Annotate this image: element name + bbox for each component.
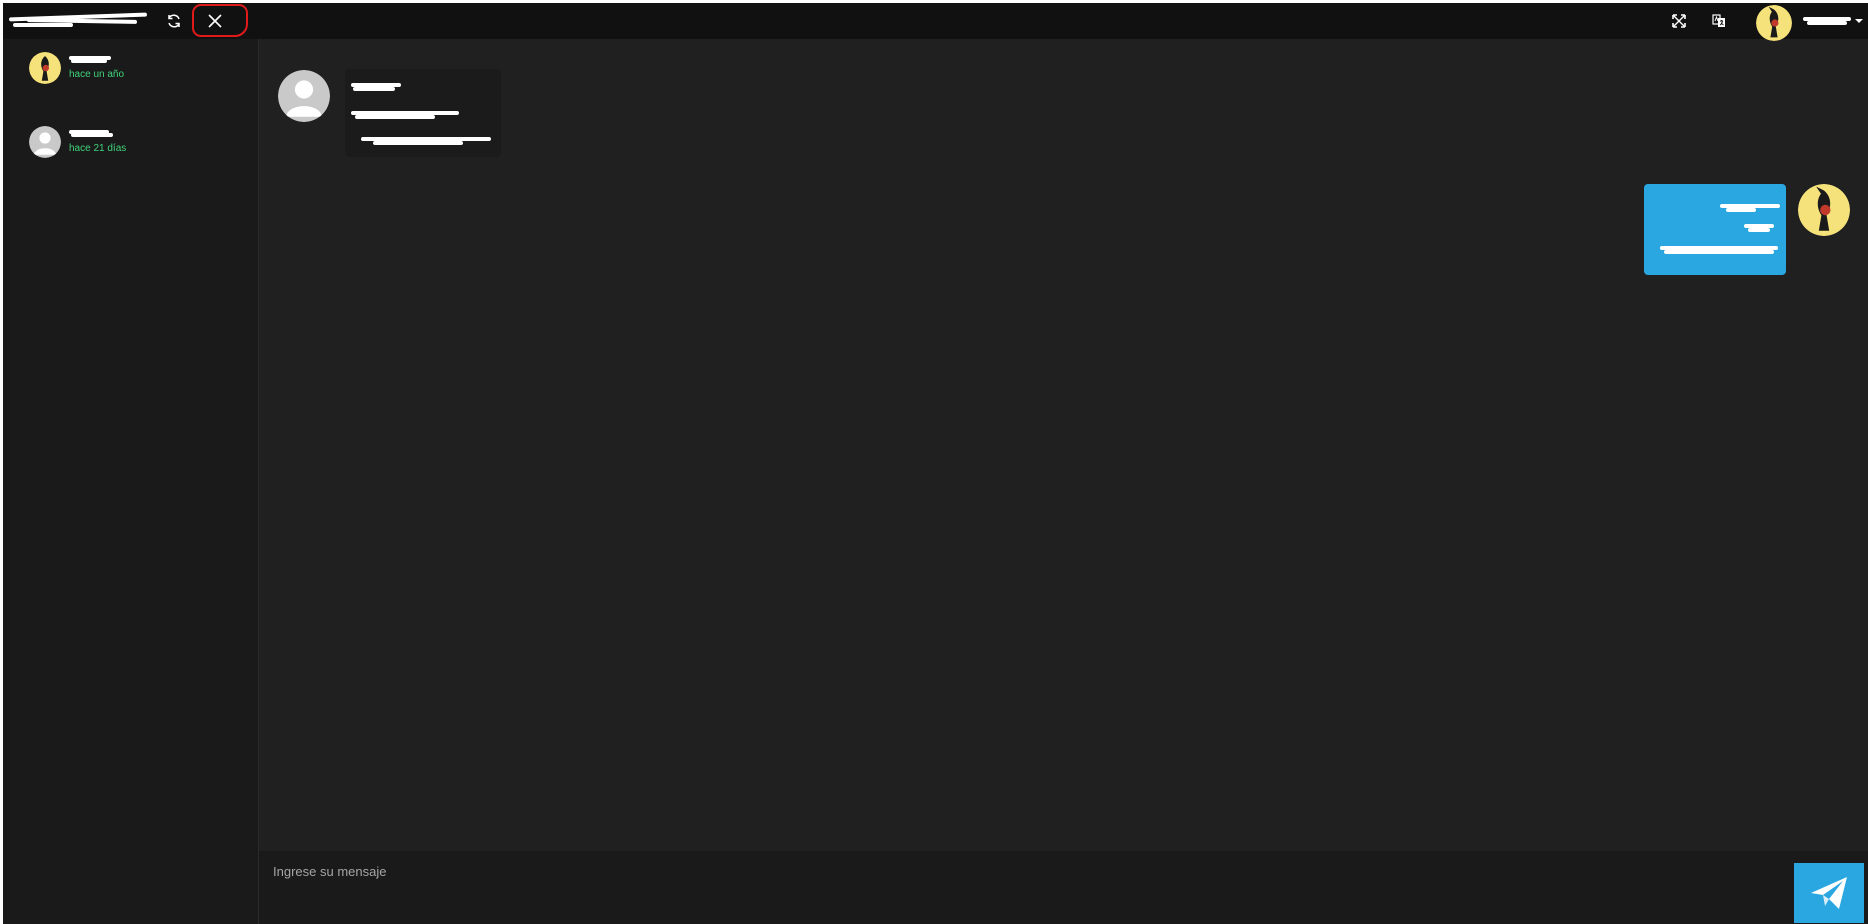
bird-avatar-icon (1798, 184, 1850, 236)
contact-avatar (29, 126, 61, 158)
paper-plane-icon (1811, 877, 1847, 909)
close-button[interactable] (200, 6, 230, 36)
own-avatar (1798, 184, 1850, 236)
chevron-down-icon[interactable] (1855, 19, 1863, 23)
default-avatar-icon (29, 126, 61, 158)
send-button[interactable] (1794, 863, 1864, 923)
incoming-message (345, 69, 501, 157)
default-avatar-icon (278, 70, 330, 122)
current-user-avatar[interactable] (1756, 5, 1792, 41)
conversation-list: hace un año hace 21 días (3, 39, 259, 924)
chat-app: hace un año hace 21 días (3, 3, 1868, 924)
bird-avatar-icon (1756, 5, 1792, 41)
contact-last-seen: hace 21 días (69, 143, 127, 154)
expand-icon (1672, 14, 1686, 28)
top-bar (3, 3, 1868, 41)
refresh-button[interactable] (159, 6, 189, 36)
conversation-item[interactable]: hace un año (3, 52, 258, 102)
contact-last-seen: hace un año (69, 69, 125, 80)
message-input[interactable] (271, 857, 1775, 885)
refresh-icon (168, 14, 180, 28)
close-icon (208, 14, 222, 28)
bird-avatar-icon (29, 52, 61, 84)
sender-avatar (278, 70, 330, 122)
translate-button[interactable] (1704, 6, 1734, 36)
conversation-item[interactable]: hace 21 días (3, 126, 258, 176)
outgoing-message (1644, 184, 1786, 275)
translate-icon (1712, 14, 1725, 27)
fullscreen-button[interactable] (1664, 6, 1694, 36)
contact-avatar (29, 52, 61, 84)
message-composer (259, 851, 1868, 924)
